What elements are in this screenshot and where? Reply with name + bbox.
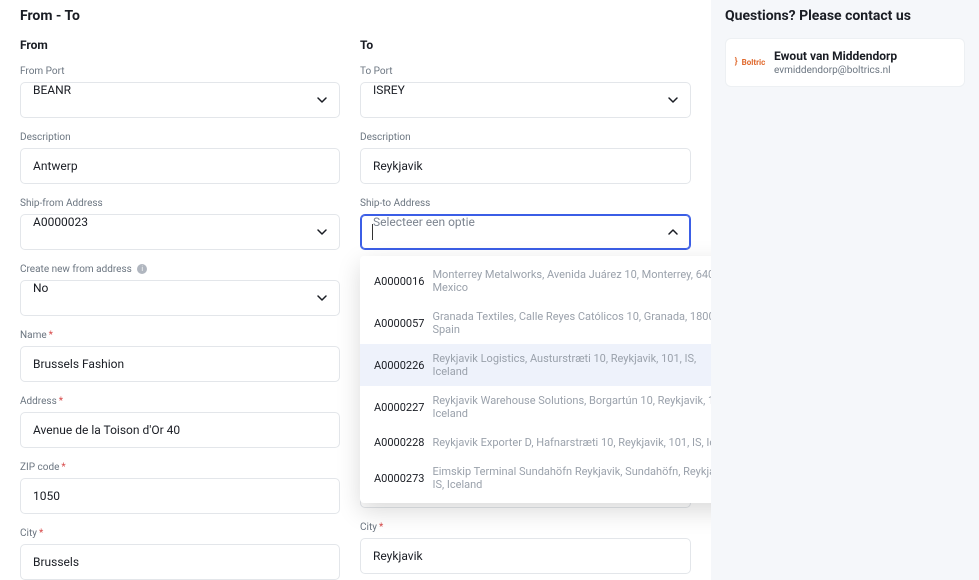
- contact-card[interactable]: Boltric Ewout van Middendorp evmiddendor…: [725, 38, 965, 87]
- option-desc: Monterrey Metalworks, Avenida Juárez 10,…: [432, 268, 711, 294]
- from-description-label: Description: [20, 132, 340, 143]
- from-name-input[interactable]: [20, 346, 340, 382]
- from-column: From From Port BEANR Description Ship-fr…: [20, 38, 340, 580]
- sidebar: Questions? Please contact us Boltric Ewo…: [711, 0, 979, 580]
- ship-from-address-field: Ship-from Address A0000023: [20, 198, 340, 250]
- dropdown-option[interactable]: A0000273 Eimskip Terminal Sundahöfn Reykj…: [360, 457, 711, 499]
- option-desc: Reykjavik Logistics, Austurstræti 10, Re…: [432, 352, 711, 378]
- to-description-input[interactable]: [360, 148, 691, 184]
- from-description-input[interactable]: [20, 148, 340, 184]
- from-address-field: Address*: [20, 396, 340, 448]
- from-zip-input[interactable]: [20, 478, 340, 514]
- to-port-label: To Port: [360, 66, 691, 77]
- to-city-input[interactable]: [360, 538, 691, 574]
- ship-to-address-field: Ship-to Address Selecteer een optie A000…: [360, 198, 691, 250]
- to-port-field: To Port ISREY: [360, 66, 691, 118]
- from-city-input[interactable]: [20, 544, 340, 580]
- from-zip-label: ZIP code*: [20, 462, 340, 473]
- ship-from-address-select[interactable]: A0000023: [20, 214, 340, 250]
- to-port-select[interactable]: ISREY: [360, 82, 691, 118]
- option-code: A0000273: [374, 472, 424, 485]
- option-code: A0000227: [374, 401, 424, 414]
- text-cursor: [372, 224, 373, 240]
- info-icon: i: [137, 264, 147, 274]
- create-new-from-address-label: Create new from address i: [20, 264, 340, 275]
- dropdown-option[interactable]: A0000057 Granada Textiles, Calle Reyes Ca…: [360, 302, 711, 344]
- from-name-field: Name*: [20, 330, 340, 382]
- create-new-from-address-select[interactable]: No: [20, 280, 340, 316]
- from-port-field: From Port BEANR: [20, 66, 340, 118]
- create-new-from-address-field: Create new from address i No: [20, 264, 340, 316]
- from-port-label: From Port: [20, 66, 340, 77]
- from-city-field: City*: [20, 528, 340, 580]
- to-header: To: [360, 38, 691, 52]
- contact-email: evmiddendorp@boltrics.nl: [774, 65, 897, 76]
- from-address-input[interactable]: [20, 412, 340, 448]
- from-city-label: City*: [20, 528, 340, 539]
- to-city-label: City*: [360, 522, 691, 533]
- from-address-label: Address*: [20, 396, 340, 407]
- option-desc: Eimskip Terminal Sundahöfn Reykjavik, Su…: [432, 465, 711, 491]
- option-code: A0000226: [374, 359, 424, 372]
- ship-from-address-label: Ship-from Address: [20, 198, 340, 209]
- ship-to-address-label: Ship-to Address: [360, 198, 691, 209]
- option-desc: Reykjavik Exporter D, Hafnarstræti 10, R…: [432, 436, 711, 449]
- sidebar-title: Questions? Please contact us: [725, 8, 965, 24]
- section-title: From - To: [20, 8, 691, 24]
- from-port-select[interactable]: BEANR: [20, 82, 340, 118]
- option-code: A0000228: [374, 436, 424, 449]
- from-name-label: Name*: [20, 330, 340, 341]
- contact-info: Ewout van Middendorp evmiddendorp@boltri…: [774, 49, 897, 76]
- from-zip-field: ZIP code*: [20, 462, 340, 514]
- option-desc: Granada Textiles, Calle Reyes Católicos …: [432, 310, 711, 336]
- to-city-field: City*: [360, 522, 691, 574]
- from-header: From: [20, 38, 340, 52]
- dropdown-option[interactable]: A0000227 Reykjavik Warehouse Solutions, B…: [360, 386, 711, 428]
- contact-logo: Boltric: [738, 50, 764, 76]
- dropdown-option[interactable]: A0000226 Reykjavik Logistics, Austurstræt…: [360, 344, 711, 386]
- to-description-label: Description: [360, 132, 691, 143]
- ship-to-address-select[interactable]: Selecteer een optie: [360, 214, 691, 250]
- to-description-field: Description: [360, 132, 691, 184]
- form-area: From - To From From Port BEANR Descripti…: [0, 0, 711, 580]
- option-code: A0000057: [374, 317, 424, 330]
- contact-name: Ewout van Middendorp: [774, 49, 897, 63]
- option-desc: Reykjavik Warehouse Solutions, Borgartún…: [432, 394, 711, 420]
- dropdown-option[interactable]: A0000228 Reykjavik Exporter D, Hafnarstræ…: [360, 428, 711, 457]
- option-code: A0000016: [374, 275, 424, 288]
- ship-to-address-dropdown: A0000016 Monterrey Metalworks, Avenida Ju…: [360, 256, 711, 503]
- dropdown-option[interactable]: A0000016 Monterrey Metalworks, Avenida Ju…: [360, 260, 711, 302]
- from-description-field: Description: [20, 132, 340, 184]
- to-column: To To Port ISREY Description Ship-to Add…: [360, 38, 691, 580]
